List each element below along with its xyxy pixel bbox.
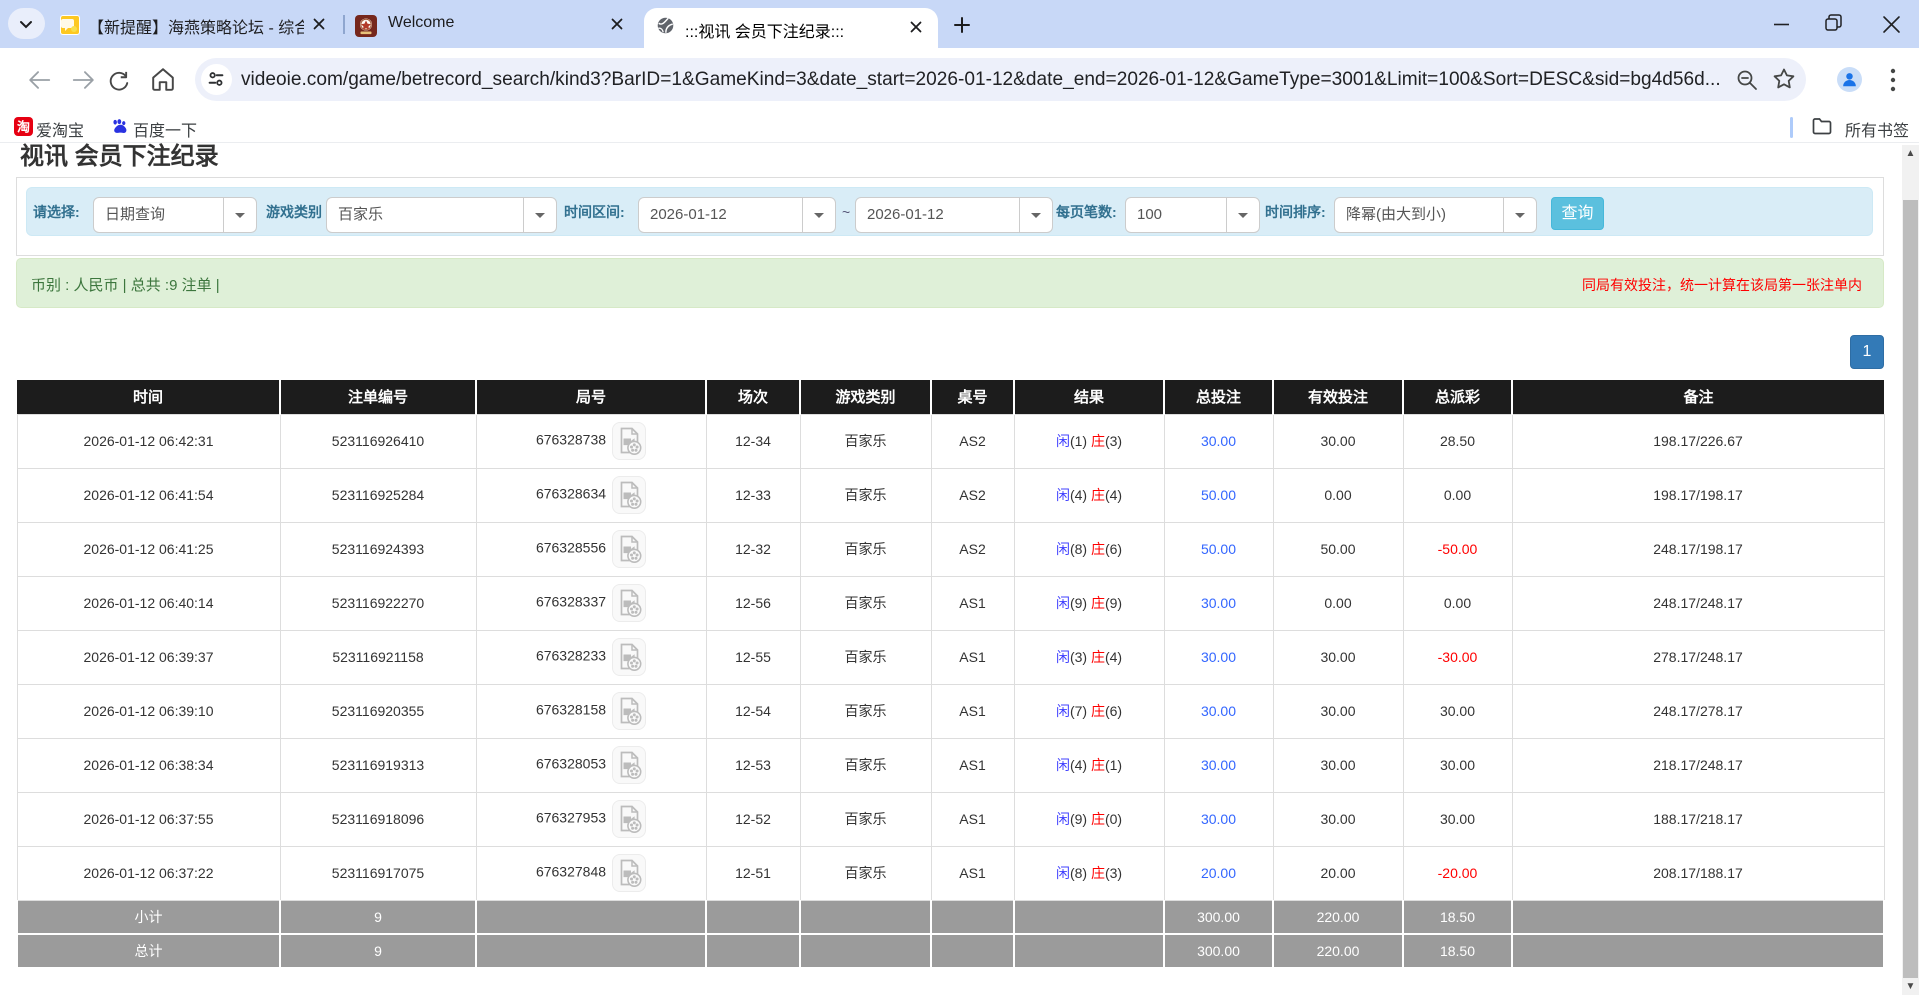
svg-text:淘: 淘 (17, 120, 30, 135)
